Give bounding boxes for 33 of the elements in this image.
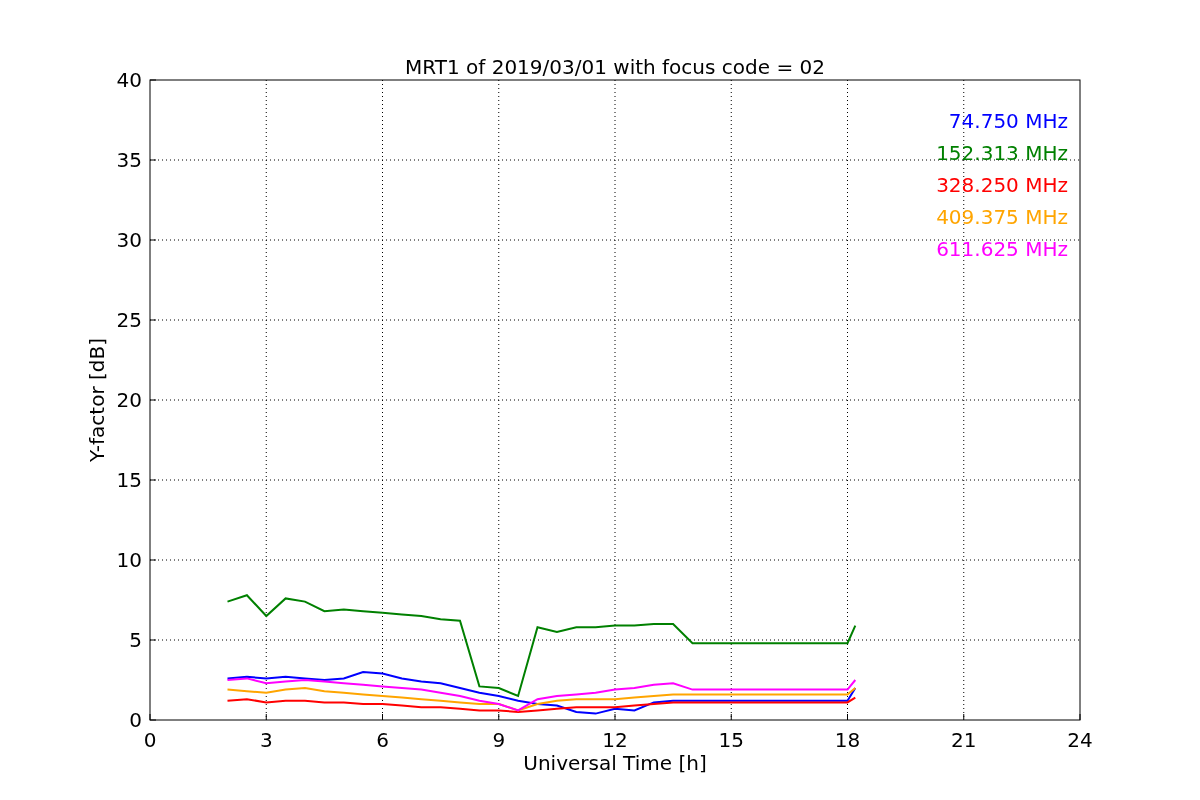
tick-mark	[149, 319, 157, 321]
tick-mark	[149, 479, 157, 481]
tick-label: 18	[834, 728, 861, 752]
tick-label: 5	[129, 628, 142, 652]
tick-label: 12	[602, 728, 628, 752]
tick-label: 21	[951, 728, 977, 752]
tick-label: 15	[116, 468, 142, 492]
legend-label: 328.250 MHz	[936, 173, 1068, 197]
tick-label: 20	[116, 388, 142, 412]
tick-label: 15	[718, 728, 744, 752]
legend-label: 409.375 MHz	[936, 205, 1068, 229]
tick-label: 9	[492, 728, 506, 752]
tick-mark	[149, 159, 157, 161]
chart-title: MRT1 of 2019/03/01 with focus code = 02	[405, 55, 825, 79]
legend-label: 611.625 MHz	[936, 237, 1068, 261]
tick-label: 40	[116, 68, 142, 92]
tick-label: 0	[143, 728, 157, 752]
y-axis-label: Y-factor [dB]	[85, 338, 109, 462]
tick-label: 30	[116, 228, 142, 252]
tick-label: 3	[259, 728, 273, 752]
tick-label: 35	[116, 148, 142, 172]
tick-mark	[149, 639, 157, 641]
tick-label: 6	[376, 728, 389, 752]
tick-label: 25	[116, 308, 142, 332]
legend-label: 152.313 MHz	[936, 141, 1068, 165]
tick-mark	[149, 399, 157, 401]
tick-label: 10	[116, 548, 142, 572]
x-axis-label: Universal Time [h]	[523, 751, 707, 775]
tick-label: 24	[1067, 728, 1093, 752]
legend-label: 74.750 MHz	[948, 109, 1068, 133]
tick-mark	[149, 239, 157, 241]
tick-label: 0	[129, 708, 142, 732]
tick-mark	[149, 559, 157, 561]
